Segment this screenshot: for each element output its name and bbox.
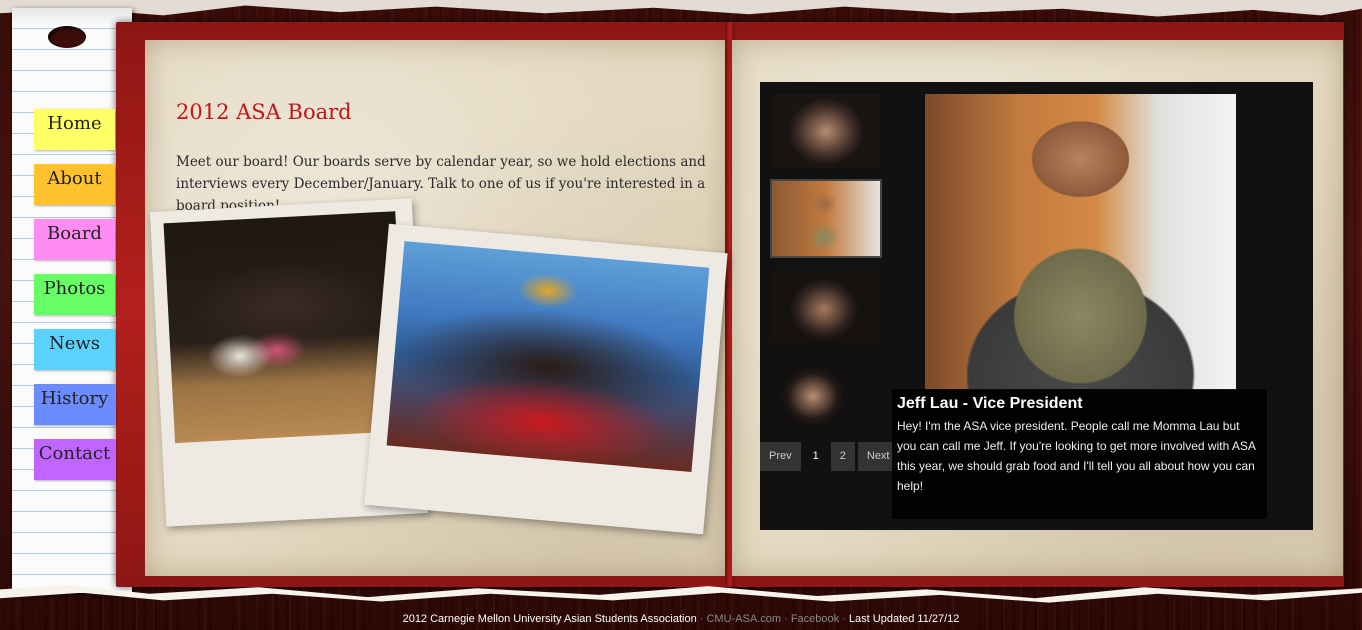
footer-updated: Last Updated 11/27/12 xyxy=(848,613,960,625)
nav-tab-history[interactable]: History xyxy=(34,384,115,425)
footer-separator: · xyxy=(839,613,849,625)
footer-site-link[interactable]: CMU-ASA.com xyxy=(706,613,781,625)
caption-name: Jeff Lau - Vice President xyxy=(897,395,1083,412)
page-1-button[interactable]: 1 xyxy=(803,442,828,471)
thumbnail-3[interactable] xyxy=(772,268,880,343)
footer-separator: · xyxy=(781,613,791,625)
torn-paper-edge-bottom xyxy=(0,585,1362,603)
thumbnail-2[interactable] xyxy=(770,179,882,258)
board-gallery: Prev 1 2 Next Jeff Lau - Vice President … xyxy=(760,82,1313,530)
caption-description: Hey! I'm the ASA vice president. People … xyxy=(897,419,1256,493)
group-photo-outdoor xyxy=(386,241,710,473)
thumbnail-1[interactable] xyxy=(772,94,880,169)
nav-tab-home[interactable]: Home xyxy=(34,109,115,150)
nav-tab-photos[interactable]: Photos xyxy=(34,274,115,315)
thumbnail-4[interactable] xyxy=(772,355,880,430)
featured-board-photo xyxy=(925,94,1236,390)
page-2-button[interactable]: 2 xyxy=(830,442,855,471)
footer-copyright: 2012 Carnegie Mellon University Asian St… xyxy=(402,613,697,625)
torn-paper-edge-top xyxy=(0,0,1362,17)
gallery-pager: Prev 1 2 Next xyxy=(760,442,899,471)
paper-hole xyxy=(48,26,86,48)
main-nav: Home About Board Photos News History Con… xyxy=(34,109,115,494)
footer: 2012 Carnegie Mellon University Asian St… xyxy=(0,613,1362,625)
footer-facebook-link[interactable]: Facebook xyxy=(791,613,839,625)
group-photo-indoor xyxy=(163,211,407,444)
prev-button[interactable]: Prev xyxy=(760,442,801,471)
nav-tab-about[interactable]: About xyxy=(34,164,115,205)
nav-tab-board[interactable]: Board xyxy=(34,219,115,260)
nav-tab-contact[interactable]: Contact xyxy=(34,439,115,480)
nav-tab-news[interactable]: News xyxy=(34,329,115,370)
photo-caption: Jeff Lau - Vice President Hey! I'm the A… xyxy=(892,389,1267,519)
polaroid-bugs-bunny-photo xyxy=(364,223,728,535)
page-title: 2012 ASA Board xyxy=(176,100,352,124)
